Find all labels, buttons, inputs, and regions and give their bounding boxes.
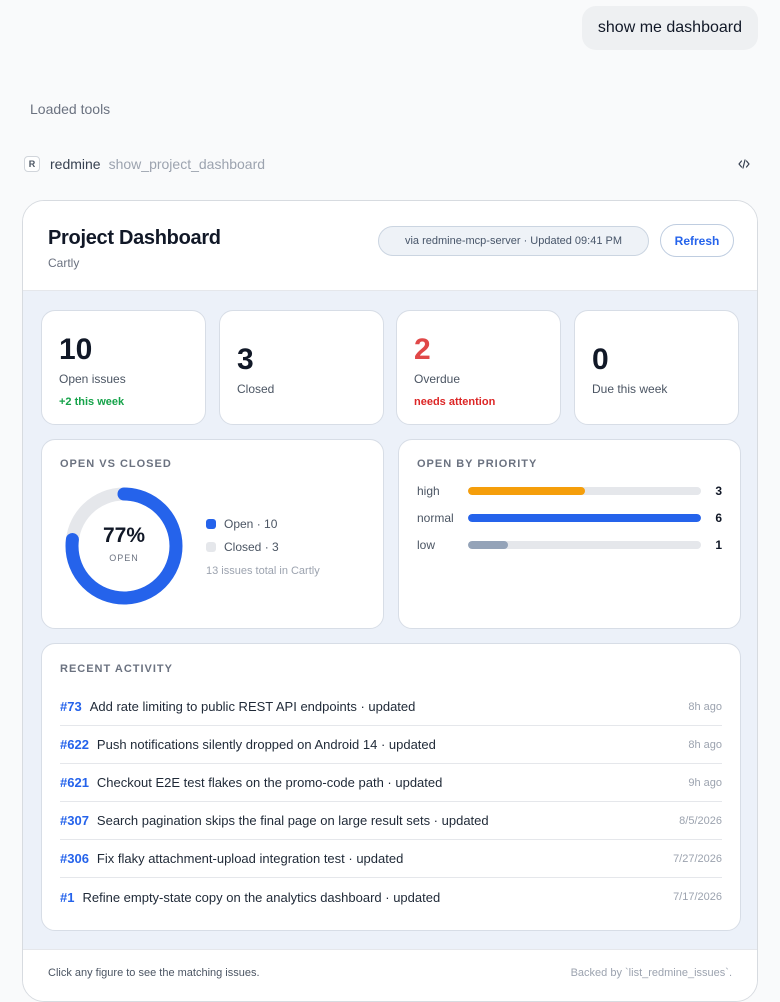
legend-label: Open · 10 xyxy=(224,517,278,531)
stat-value: 3 xyxy=(237,343,254,376)
activity-time: 7/17/2026 xyxy=(673,891,722,903)
panel-title: OPEN VS CLOSED xyxy=(60,458,172,470)
priority-row-high[interactable]: high 3 xyxy=(417,484,722,498)
activity-time: 8/5/2026 xyxy=(679,814,722,827)
legend-label: Closed · 3 xyxy=(224,540,279,554)
project-dashboard-card: Project Dashboard Cartly via redmine-mcp… xyxy=(22,200,758,1002)
stat-value: 2 xyxy=(414,333,431,366)
priority-label: low xyxy=(417,538,436,552)
open-vs-closed-panel: OPEN VS CLOSED 77% OPEN Open · 10 Closed… xyxy=(41,439,384,629)
priority-row-low[interactable]: low 1 xyxy=(417,538,722,552)
footer-source: Backed by `list_redmine_issues`. xyxy=(570,967,732,979)
panel-title: RECENT ACTIVITY xyxy=(60,663,173,675)
priority-count: 3 xyxy=(715,484,722,498)
activity-text: Push notifications silently dropped on A… xyxy=(96,737,436,752)
issue-link[interactable]: #73 xyxy=(60,699,82,714)
dashboard-header: Project Dashboard Cartly via redmine-mcp… xyxy=(23,201,757,291)
stat-card-due-this-week[interactable]: 0 Due this week xyxy=(574,310,739,425)
footer-hint: Click any figure to see the matching iss… xyxy=(48,967,260,979)
legend-swatch-closed xyxy=(206,542,216,552)
stat-note: needs attention xyxy=(414,396,496,408)
priority-bar-track xyxy=(468,487,701,495)
priority-bar-track xyxy=(468,541,701,549)
code-icon[interactable] xyxy=(736,156,752,172)
priority-bar-fill xyxy=(468,487,585,495)
legend-swatch-open xyxy=(206,519,216,529)
stat-card-overdue[interactable]: 2 Overdue needs attention xyxy=(396,310,561,425)
issue-link[interactable]: #622 xyxy=(60,737,89,752)
stat-note: +2 this week xyxy=(59,396,125,408)
recent-activity-panel: RECENT ACTIVITY #73 Add rate limiting to… xyxy=(41,643,741,931)
stat-value: 0 xyxy=(592,343,609,376)
stat-label: Overdue xyxy=(414,372,461,386)
panel-title: OPEN BY PRIORITY xyxy=(417,458,538,470)
stat-label: Open issues xyxy=(59,372,126,386)
legend-closed[interactable]: Closed · 3 xyxy=(206,540,279,554)
priority-label: normal xyxy=(417,511,454,525)
source-status-pill: via redmine-mcp-server · Updated 09:41 P… xyxy=(378,226,649,256)
stat-card-open-issues[interactable]: 10 Open issues +2 this week xyxy=(41,310,206,425)
legend-open[interactable]: Open · 10 xyxy=(206,517,277,531)
redmine-badge-icon: R xyxy=(24,156,40,172)
tool-function-name: show_project_dashboard xyxy=(108,156,266,172)
dashboard-footer: Click any figure to see the matching iss… xyxy=(23,949,757,1001)
issues-total-text: 13 issues total in Cartly xyxy=(206,565,320,577)
activity-time: 8h ago xyxy=(688,700,722,713)
loaded-tools-label: Loaded tools xyxy=(30,101,111,117)
tool-server-name: redmine xyxy=(50,156,101,172)
activity-item[interactable]: #307 Search pagination skips the final p… xyxy=(60,802,722,840)
stat-value: 10 xyxy=(59,333,93,366)
priority-count: 1 xyxy=(715,538,722,552)
dashboard-body: 10 Open issues +2 this week 3 Closed 2 O… xyxy=(23,291,757,949)
issue-link[interactable]: #306 xyxy=(60,851,89,866)
priority-label: high xyxy=(417,484,440,498)
activity-item[interactable]: #73 Add rate limiting to public REST API… xyxy=(60,688,722,726)
issue-link[interactable]: #307 xyxy=(60,813,89,828)
priority-count: 6 xyxy=(715,511,722,525)
activity-item[interactable]: #306 Fix flaky attachment-upload integra… xyxy=(60,840,722,878)
issue-link[interactable]: #1 xyxy=(60,890,74,905)
donut-caption: OPEN xyxy=(109,553,139,563)
user-message-bubble: show me dashboard xyxy=(581,6,758,50)
activity-item[interactable]: #622 Push notifications silently dropped… xyxy=(60,726,722,764)
priority-row-normal[interactable]: normal 6 xyxy=(417,511,722,525)
donut-percent: 77% xyxy=(102,524,146,547)
stat-label: Due this week xyxy=(592,382,668,396)
activity-text: Add rate limiting to public REST API end… xyxy=(89,699,416,714)
stat-label: Closed xyxy=(237,382,275,396)
project-name: Cartly xyxy=(48,256,80,270)
priority-bar-fill xyxy=(468,541,508,549)
activity-time: 7/27/2026 xyxy=(673,852,722,865)
activity-text: Fix flaky attachment-upload integration … xyxy=(96,851,404,866)
open-by-priority-panel: OPEN BY PRIORITY high 3 normal 6 low 1 xyxy=(398,439,741,629)
stat-card-closed[interactable]: 3 Closed xyxy=(219,310,384,425)
activity-text: Checkout E2E test flakes on the promo-co… xyxy=(96,775,443,790)
priority-bar-fill xyxy=(468,514,701,522)
activity-item[interactable]: #621 Checkout E2E test flakes on the pro… xyxy=(60,764,722,802)
activity-time: 9h ago xyxy=(688,776,722,789)
activity-time: 8h ago xyxy=(688,738,722,751)
refresh-button[interactable]: Refresh xyxy=(660,224,734,257)
activity-item[interactable]: #1 Refine empty-state copy on the analyt… xyxy=(60,878,722,916)
activity-text: Refine empty-state copy on the analytics… xyxy=(82,889,441,905)
activity-text: Search pagination skips the final page o… xyxy=(96,813,489,828)
tool-call-row[interactable]: R redmine show_project_dashboard xyxy=(24,153,752,175)
issue-link[interactable]: #621 xyxy=(60,775,89,790)
dashboard-title: Project Dashboard xyxy=(48,227,221,249)
priority-bar-track xyxy=(468,514,701,522)
